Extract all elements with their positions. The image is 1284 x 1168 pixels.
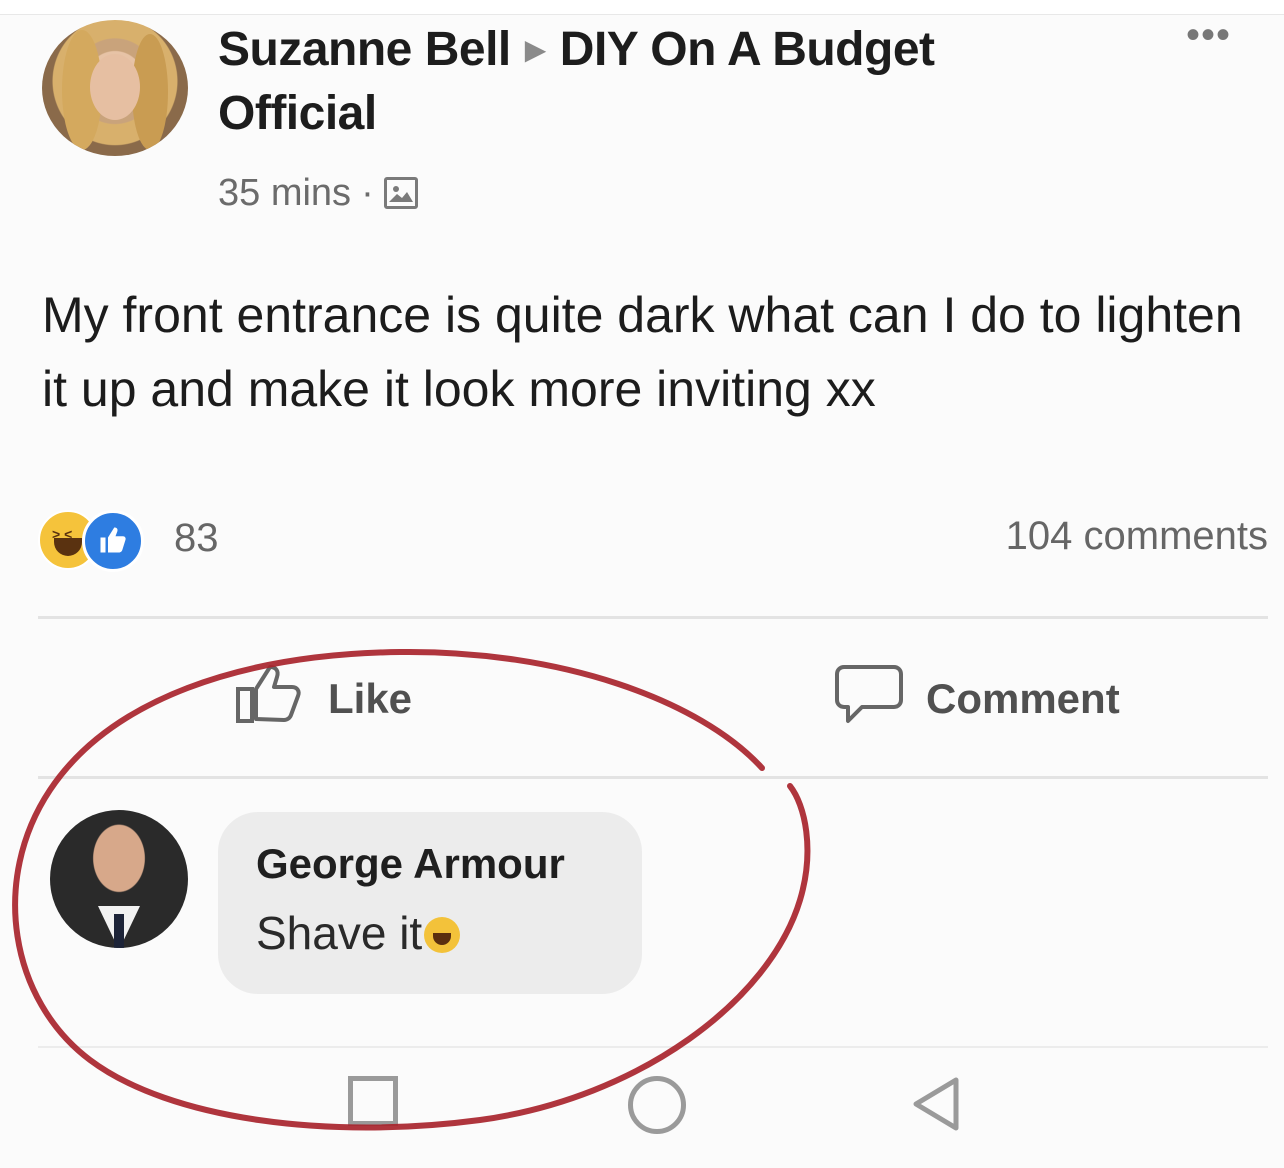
- reaction-count: 83: [174, 516, 219, 560]
- laughing-emoji-icon: [424, 917, 461, 953]
- comment-button[interactable]: Comment: [834, 664, 1120, 734]
- comment-text: Shave it: [256, 907, 423, 959]
- comment-bubble[interactable]: George Armour Shave it: [218, 812, 642, 994]
- screenshot-frame: Suzanne Bell ▶ DIY On A Budget Official ••…: [0, 0, 1284, 1168]
- post-body: My front entrance is quite dark what can…: [42, 287, 1243, 417]
- avatar-tie: [114, 914, 124, 948]
- system-nav-bar: [0, 1050, 1284, 1168]
- commenter-avatar[interactable]: [50, 810, 188, 948]
- divider: [38, 1046, 1268, 1048]
- comment-count[interactable]: 104 comments: [1006, 514, 1268, 559]
- separator-dot: ·: [361, 172, 374, 214]
- home-icon[interactable]: [628, 1076, 686, 1134]
- haha-mouth: [54, 538, 82, 556]
- like-reaction-icon: [82, 510, 144, 572]
- annotation-circle: [12, 648, 811, 1131]
- poster-avatar[interactable]: [42, 20, 188, 156]
- post-time[interactable]: 35 mins: [218, 172, 351, 214]
- arrow-right-icon: ▶: [524, 34, 547, 65]
- comment-text-row: Shave it: [256, 906, 461, 960]
- like-label: Like: [328, 675, 413, 722]
- divider: [38, 776, 1268, 779]
- divider: [38, 616, 1268, 619]
- back-icon[interactable]: [908, 1074, 964, 1139]
- author-name[interactable]: Suzanne Bell: [218, 23, 511, 76]
- avatar-face: [90, 54, 140, 120]
- thumbs-up-icon: [234, 663, 306, 735]
- more-dots-icon[interactable]: •••: [1186, 15, 1231, 55]
- group-name-line2[interactable]: Official: [218, 87, 377, 140]
- comment-author[interactable]: George Armour: [256, 840, 565, 888]
- top-edge: [0, 0, 1284, 15]
- comment-label: Comment: [926, 675, 1120, 722]
- like-button[interactable]: Like: [234, 664, 412, 734]
- post-header: Suzanne Bell ▶ DIY On A Budget Official: [218, 18, 1178, 146]
- group-name[interactable]: DIY On A Budget: [560, 23, 935, 76]
- post-meta: 35 mins ·: [218, 168, 418, 218]
- photo-icon: [383, 177, 418, 209]
- speech-bubble-icon: [834, 663, 904, 735]
- recent-apps-icon[interactable]: [348, 1076, 398, 1126]
